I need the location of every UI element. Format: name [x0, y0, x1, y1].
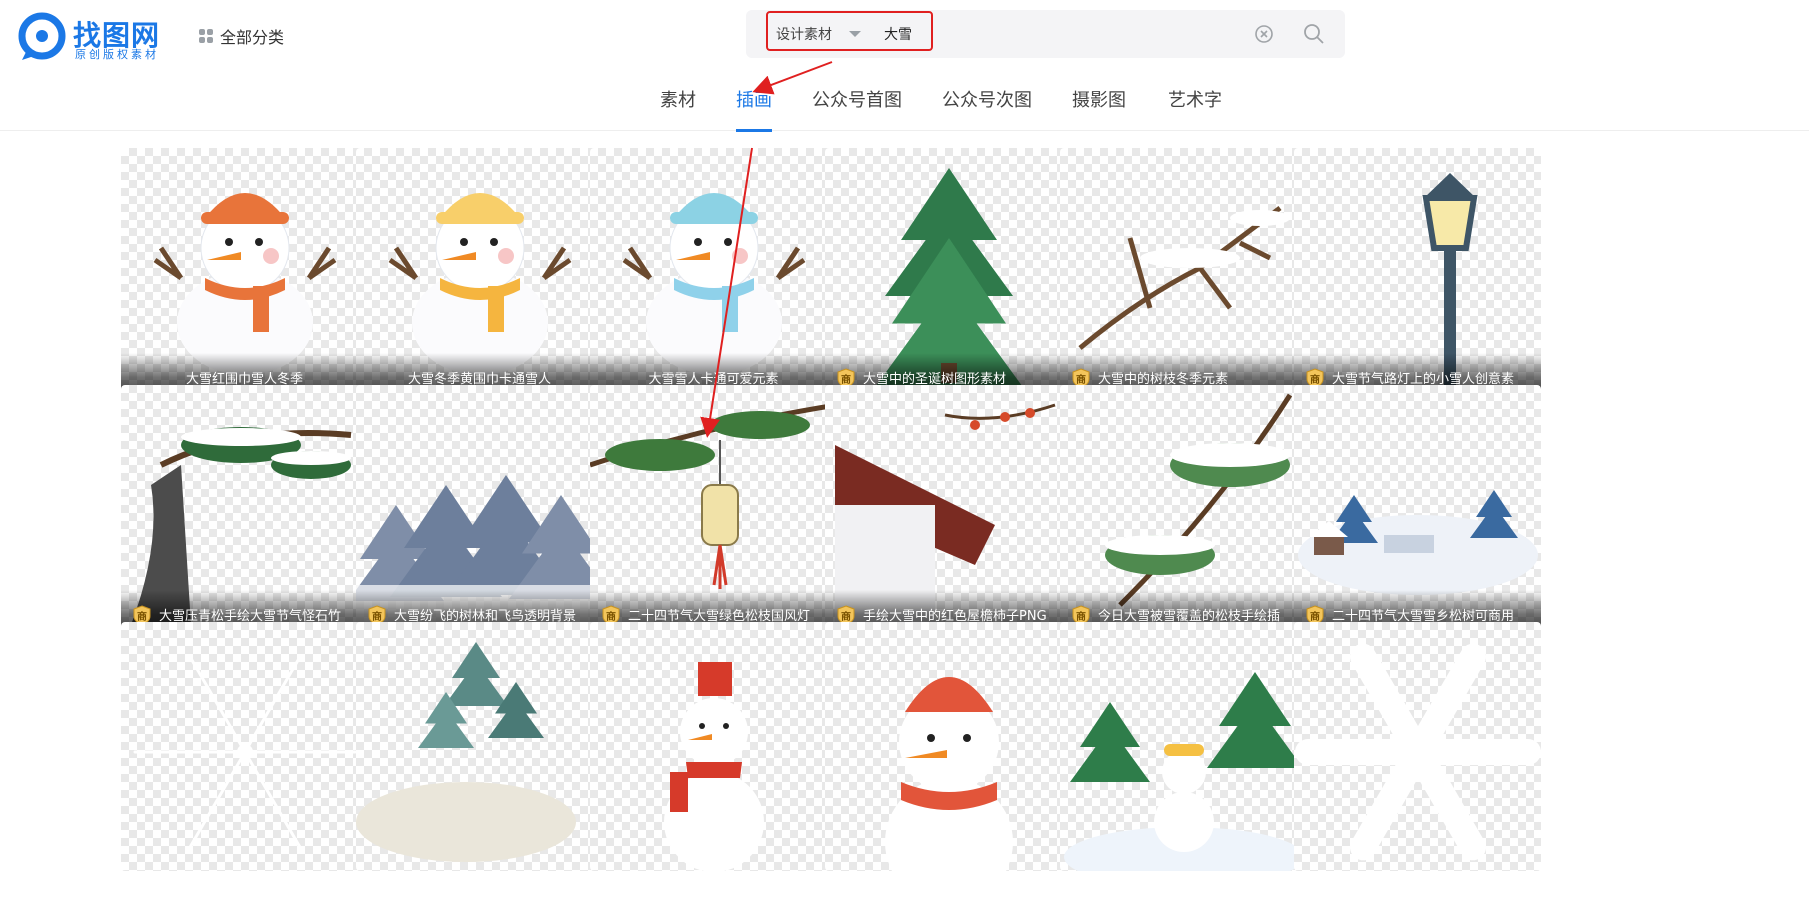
search-type-select[interactable]: 设计素材 — [776, 24, 832, 44]
snowman-redhat-illustration — [885, 677, 1013, 871]
tab-3[interactable]: 公众号次图 — [942, 86, 1032, 131]
result-card[interactable] — [1060, 622, 1307, 871]
tab-label: 摄影图 — [1072, 90, 1126, 111]
result-card[interactable] — [825, 622, 1072, 871]
result-card[interactable] — [1294, 622, 1541, 871]
snowman-bucket-illustration — [664, 662, 764, 871]
tab-label: 公众号首图 — [812, 90, 902, 111]
result-card[interactable] — [590, 622, 837, 871]
tab-4[interactable]: 摄影图 — [1072, 86, 1126, 131]
snowflake-thin-illustration — [133, 655, 357, 849]
site-logo[interactable]: 找图网 原创版权素材 — [18, 12, 178, 62]
tab-2[interactable]: 公众号首图 — [812, 86, 902, 131]
tab-label: 插画 — [736, 90, 772, 111]
result-card[interactable]: 商大雪中的树枝冬季元素 — [1060, 148, 1307, 397]
search-icon[interactable] — [1302, 22, 1326, 46]
tab-label: 素材 — [660, 90, 696, 111]
tab-5[interactable]: 艺术字 — [1168, 86, 1222, 131]
category-tabs: 素材 插画 公众号首图 公众号次图 摄影图 艺术字 — [640, 86, 1240, 132]
search-input[interactable] — [884, 20, 1214, 48]
forest-hill-illustration — [356, 642, 576, 862]
result-card[interactable]: 商二十四节气大雪绿色松枝国风灯 — [590, 385, 837, 634]
grid-icon — [199, 29, 213, 43]
snowman-trees-illustration — [1064, 672, 1304, 871]
result-card[interactable] — [121, 622, 368, 871]
search-bar: 设计素材 — [746, 10, 1345, 58]
result-card[interactable]: 商大雪中的圣诞树图形素材 — [825, 148, 1072, 397]
active-tab-underline — [736, 129, 772, 132]
result-card[interactable]: 大雪红围巾雪人冬季 — [121, 148, 368, 397]
chevron-down-icon[interactable] — [849, 31, 861, 37]
result-card[interactable] — [356, 622, 603, 871]
logo-tagline: 原创版权素材 — [75, 48, 159, 61]
tab-1[interactable]: 插画 — [736, 86, 772, 132]
result-card[interactable]: 大雪雪人卡通可爱元素 — [590, 148, 837, 397]
result-card[interactable]: 商大雪节气路灯上的小雪人创意素 — [1294, 148, 1541, 397]
result-card[interactable]: 商今日大雪被雪覆盖的松枝手绘插 — [1060, 385, 1307, 634]
result-card[interactable]: 商大雪压青松手绘大雪节气怪石竹 — [121, 385, 368, 634]
result-card[interactable]: 商手绘大雪中的红色屋檐柿子PNG — [825, 385, 1072, 634]
result-card[interactable]: 商大雪纷飞的树林和飞鸟透明背景 — [356, 385, 603, 634]
all-categories-label: 全部分类 — [220, 28, 285, 47]
result-card[interactable]: 大雪冬季黄围巾卡通雪人 — [356, 148, 603, 397]
top-header: 找图网 原创版权素材 全部分类 设计素材 素材 插画 公众号首图 公众号次图 摄影图 艺术… — [0, 0, 1809, 132]
clear-icon[interactable] — [1254, 24, 1274, 44]
result-card[interactable]: 商二十四节气大雪雪乡松树可商用 — [1294, 385, 1541, 634]
logo-icon — [18, 12, 66, 60]
all-categories-button[interactable]: 全部分类 — [198, 25, 284, 47]
tab-label: 公众号次图 — [942, 90, 1032, 111]
tab-label: 艺术字 — [1168, 90, 1222, 111]
snowflake-bold-illustration — [1295, 643, 1541, 861]
tab-0[interactable]: 素材 — [660, 86, 696, 131]
